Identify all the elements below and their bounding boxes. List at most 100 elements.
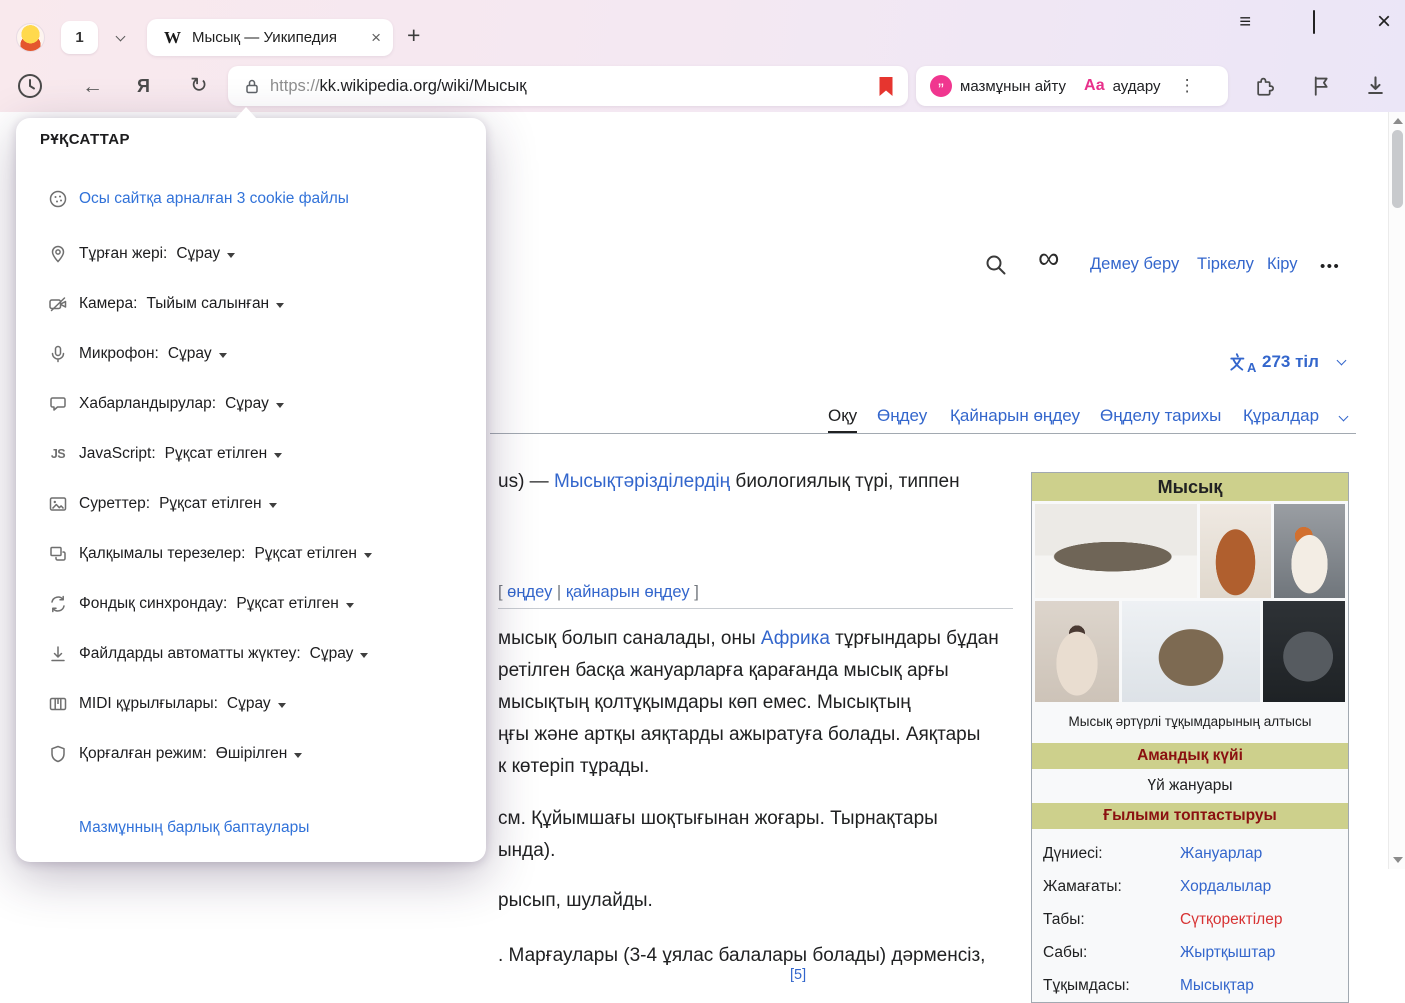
- permission-label: Камера:: [79, 295, 137, 313]
- notifications-icon: [48, 394, 68, 414]
- permission-value-dropdown[interactable]: Сұрау: [225, 395, 284, 413]
- infobox-caption: Мысық әртүрлі тұқымдарының алтысы: [1032, 705, 1348, 743]
- permission-row-background-sync: Фондық синхрондау: Рұқсат етілген: [48, 591, 354, 617]
- taxonomy-value-link[interactable]: Хордалылар: [1180, 870, 1271, 903]
- permission-label: Хабарландырулар:: [79, 395, 216, 413]
- read-aloud-button[interactable]: мазмұнын айту: [960, 78, 1066, 95]
- permission-value-dropdown[interactable]: Рұқсат етілген: [159, 495, 277, 513]
- back-button[interactable]: ←: [82, 76, 103, 97]
- permission-value-dropdown[interactable]: Сұрау: [310, 645, 369, 663]
- toolbar-more-icon[interactable]: ⋮: [1179, 76, 1196, 96]
- all-content-settings-link[interactable]: Мазмұнның барлық баптаулары: [79, 819, 309, 837]
- lock-icon[interactable]: [244, 78, 260, 95]
- permission-row-location: Тұрған жері: Сұрау: [48, 241, 235, 267]
- taxonomy-row: Сабы: Жыртқыштар: [1032, 936, 1348, 969]
- article-link[interactable]: Африка: [761, 628, 830, 649]
- read-aloud-icon[interactable]: ”: [930, 75, 952, 97]
- permission-value-dropdown[interactable]: Сұрау: [168, 345, 227, 363]
- tab-edit[interactable]: Өңдеу: [877, 406, 927, 433]
- infobox-status-value: Үй жануары: [1032, 769, 1348, 803]
- extensions-puzzle-icon[interactable]: [1253, 74, 1276, 97]
- tab-group-chip[interactable]: 1: [61, 21, 98, 54]
- cat-photo-gray[interactable]: [1263, 601, 1345, 702]
- permission-value-dropdown[interactable]: Сұрау: [227, 695, 286, 713]
- infinity-icon[interactable]: ∞: [1038, 242, 1059, 276]
- flag-icon[interactable]: [1310, 74, 1333, 97]
- donate-link[interactable]: Демеу беру: [1090, 255, 1179, 274]
- cookie-icon: [48, 189, 68, 209]
- download-icon[interactable]: [1364, 74, 1387, 97]
- cat-photo-tabby-lying[interactable]: [1035, 504, 1197, 598]
- taxonomy-value-link[interactable]: Жануарлар: [1180, 837, 1262, 870]
- cookies-link[interactable]: Осы сайтқа арналған 3 cookie файлы: [79, 190, 349, 208]
- profile-avatar[interactable]: [16, 23, 45, 52]
- history-icon[interactable]: [16, 72, 44, 100]
- permission-value-dropdown[interactable]: Өшірілген: [216, 745, 303, 763]
- language-selector[interactable]: 273 тіл: [1262, 352, 1319, 372]
- cat-photo-siamese[interactable]: [1035, 601, 1119, 702]
- window-close-icon[interactable]: ×: [1377, 8, 1391, 36]
- permission-label: Файлдарды автоматты жүктеу:: [79, 645, 301, 663]
- dropdown-arrow-icon: [274, 453, 282, 458]
- translate-button[interactable]: аудару: [1113, 78, 1161, 95]
- browser-tab[interactable]: W Мысық — Уикипедия ×: [147, 19, 393, 56]
- register-link[interactable]: Тіркелу: [1197, 255, 1254, 274]
- dropdown-arrow-icon: [278, 703, 286, 708]
- article-text: мысық болып саналады, оны: [498, 628, 761, 649]
- scroll-up-arrow[interactable]: [1393, 118, 1403, 124]
- permission-label: JavaScript:: [79, 445, 156, 463]
- page-scrollbar[interactable]: [1388, 112, 1405, 869]
- cat-photo-abyssinian[interactable]: [1200, 504, 1271, 598]
- scrollbar-thumb[interactable]: [1392, 130, 1403, 208]
- language-icon-letter: A: [1247, 360, 1256, 375]
- tab-edit-source[interactable]: Қайнарын өңдеу: [950, 406, 1080, 433]
- yandex-button[interactable]: Я: [137, 76, 150, 97]
- permission-label: Фондық синхрондау:: [79, 595, 227, 613]
- tab-title: Мысық — Уикипедия: [192, 29, 363, 46]
- cat-photo-white-orange[interactable]: [1274, 504, 1345, 598]
- permission-row-popups: Қалқымалы терезелер: Рұқсат етілген: [48, 541, 372, 567]
- address-bar[interactable]: https://kk.wikipedia.org/wiki/Мысық: [228, 66, 908, 106]
- tab-history[interactable]: Өңделу тарихы: [1100, 406, 1221, 433]
- window-menu-icon[interactable]: ≡: [1239, 8, 1251, 36]
- article-line: ретілген басқа жануарларға қарағанда мыс…: [498, 658, 949, 684]
- infobox-photo-collage: [1035, 504, 1345, 702]
- permission-label: Суреттер:: [79, 495, 150, 513]
- permission-label: MIDI құрылғылары:: [79, 695, 218, 713]
- taxonomy-value-link[interactable]: Мысықтар: [1180, 969, 1254, 1002]
- tab-tools[interactable]: Құралдар: [1243, 406, 1319, 433]
- permission-row-protected-mode: Қорғалған режим: Өшірілген: [48, 741, 302, 767]
- permission-value-dropdown[interactable]: Рұқсат етілген: [254, 545, 372, 563]
- new-tab-button[interactable]: +: [407, 24, 420, 47]
- edit-link[interactable]: өңдеу: [507, 583, 552, 601]
- browser-chrome: 1 W Мысық — Уикипедия × + ≡ × ← Я ↻ http…: [0, 0, 1405, 112]
- taxonomy-value-link[interactable]: Жыртқыштар: [1180, 936, 1275, 969]
- tab-close-icon[interactable]: ×: [371, 29, 381, 46]
- translate-icon[interactable]: Аа: [1084, 77, 1105, 95]
- tab-read[interactable]: Оқу: [828, 406, 857, 433]
- article-link[interactable]: Мысықтәрізділердің: [554, 471, 730, 492]
- search-icon[interactable]: [984, 253, 1008, 277]
- taxonomy-value-link[interactable]: Сүтқоректілер: [1180, 903, 1282, 936]
- scroll-down-arrow[interactable]: [1393, 857, 1403, 863]
- permission-value-dropdown[interactable]: Рұқсат етілген: [236, 595, 354, 613]
- permission-value-dropdown[interactable]: Сұрау: [176, 245, 235, 263]
- tab-group-chevron-icon[interactable]: [116, 32, 126, 42]
- chevron-down-icon: [1337, 356, 1347, 366]
- cat-photo-tabby-snow[interactable]: [1122, 601, 1260, 702]
- taxonomy-row: Дүниесі: Жануарлар: [1032, 837, 1348, 870]
- reload-button[interactable]: ↻: [190, 75, 208, 96]
- personal-more-menu[interactable]: •••: [1320, 258, 1340, 275]
- dropdown-arrow-icon: [269, 503, 277, 508]
- reference-link[interactable]: [5]: [790, 967, 806, 983]
- window-maximize-icon[interactable]: [1313, 8, 1315, 36]
- bookmark-icon[interactable]: [878, 76, 894, 97]
- login-link[interactable]: Кіру: [1267, 255, 1298, 274]
- permission-value-dropdown[interactable]: Тыйым салынған: [146, 295, 284, 313]
- auto-download-icon: [48, 644, 68, 664]
- dropdown-arrow-icon: [227, 253, 235, 258]
- taxonomy-rank: Дүниесі:: [1032, 845, 1103, 862]
- edit-source-link[interactable]: қайнарын өңдеу: [566, 583, 690, 601]
- permission-value-dropdown[interactable]: Рұқсат етілген: [165, 445, 283, 463]
- images-icon: [48, 494, 68, 514]
